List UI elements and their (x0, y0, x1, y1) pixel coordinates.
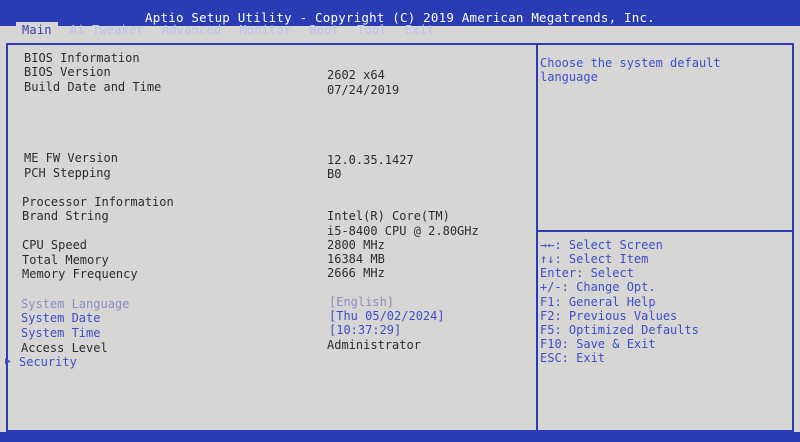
brand-string-label: Brand String (22, 209, 109, 223)
bios-version-value: 2602 x64 (327, 68, 385, 82)
tab-tool[interactable]: Tool (357, 22, 387, 38)
tab-monitor[interactable]: Monitor (239, 22, 291, 38)
pch-stepping-value: B0 (327, 167, 342, 181)
cpu-speed-value: 2800 MHz (327, 238, 385, 252)
help-text-line-2: language (540, 70, 598, 84)
help-text-line-1: Choose the system default (540, 56, 721, 70)
pch-stepping-label: PCH Stepping (24, 166, 111, 180)
tab-boot[interactable]: Boot (309, 22, 339, 38)
system-date-label[interactable]: System Date (21, 311, 100, 325)
me-fw-label: ME FW Version (24, 151, 118, 165)
system-language-label[interactable]: System Language (21, 297, 129, 311)
memory-frequency-label: Memory Frequency (22, 267, 138, 281)
me-fw-value: 12.0.35.1427 (327, 153, 414, 167)
brand-string-value-2: i5-8400 CPU @ 2.80GHz (327, 224, 479, 238)
key-select-item: ↑↓: Select Item (540, 252, 649, 266)
bottom-bar (0, 432, 800, 442)
key-f10: F10: Save & Exit (540, 337, 656, 351)
build-date-value: 07/24/2019 (327, 83, 400, 97)
cpu-speed-label: CPU Speed (22, 238, 88, 252)
panel-divider (536, 43, 538, 432)
key-enter: Enter: Select (540, 266, 634, 280)
tab-exit[interactable]: Exit (405, 22, 435, 38)
access-level-value: Administrator (327, 338, 421, 352)
processor-info-header: Processor Information (22, 195, 174, 209)
submenu-arrow-icon: ▶ (5, 356, 12, 367)
key-select-screen: →←: Select Screen (540, 238, 663, 252)
total-memory-label: Total Memory (22, 253, 109, 267)
memory-frequency-value: 2666 MHz (327, 266, 385, 280)
bios-info-header: BIOS Information (24, 51, 140, 65)
system-time-label[interactable]: System Time (21, 326, 100, 340)
key-f5: F5: Optimized Defaults (540, 323, 699, 337)
system-date-value[interactable]: [Thu 05/02/2024] (329, 309, 445, 323)
security-menu-item[interactable]: Security (19, 355, 77, 369)
access-level-label: Access Level (21, 341, 108, 355)
bios-version-label: BIOS Version (24, 65, 111, 79)
total-memory-value: 16384 MB (327, 252, 385, 266)
key-change-opt: +/-: Change Opt. (540, 280, 656, 294)
tab-advanced[interactable]: Advanced (162, 22, 221, 38)
help-divider (538, 230, 794, 232)
tab-bar: Main Ai Tweaker Advanced Monitor Boot To… (16, 22, 452, 38)
key-esc: ESC: Exit (540, 351, 606, 365)
key-f2: F2: Previous Values (540, 309, 678, 323)
brand-string-value-1: Intel(R) Core(TM) (327, 209, 450, 223)
tab-ai-tweaker[interactable]: Ai Tweaker (70, 22, 144, 38)
build-date-label: Build Date and Time (24, 80, 162, 94)
system-time-value[interactable]: [10:37:29] (329, 323, 401, 337)
tab-main[interactable]: Main (16, 22, 58, 38)
key-f1: F1: General Help (540, 295, 656, 309)
system-language-value[interactable]: [English] (329, 295, 394, 309)
